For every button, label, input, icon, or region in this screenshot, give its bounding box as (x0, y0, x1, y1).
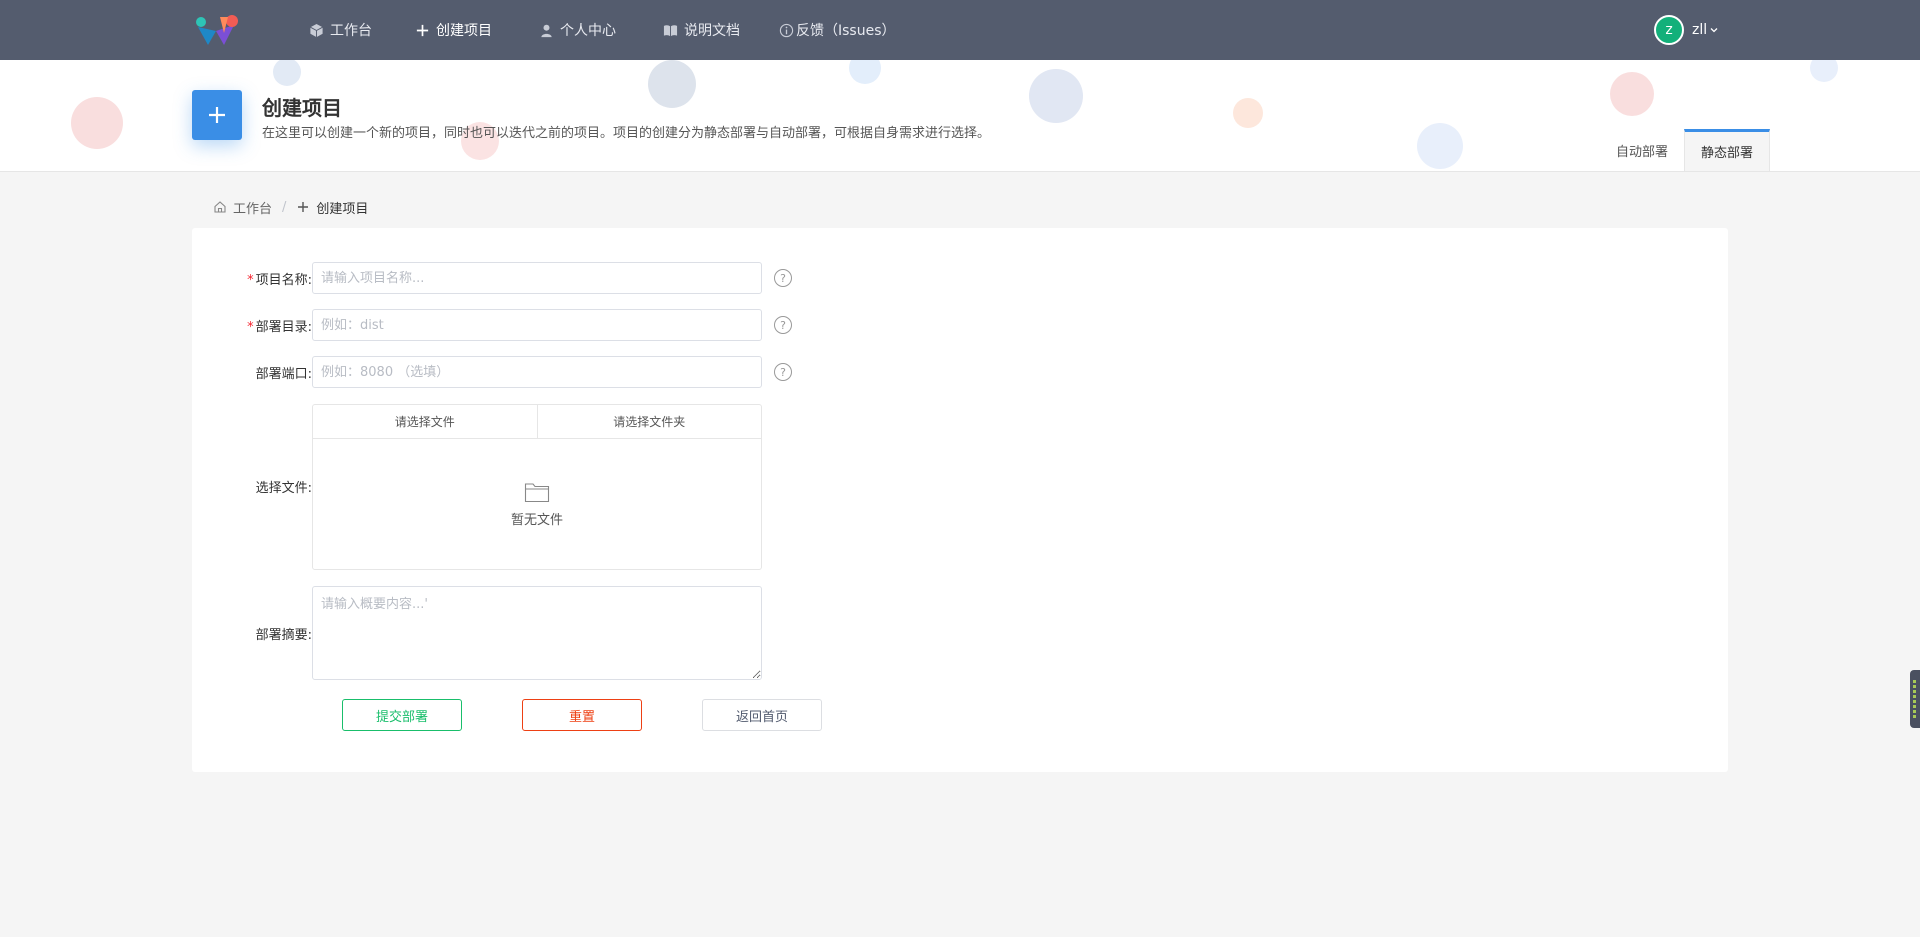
file-picker: 请选择文件 请选择文件夹 暂无文件 (312, 404, 762, 570)
plus-icon (296, 200, 310, 214)
nav-label: 个人中心 (560, 23, 616, 39)
deploy-port-input[interactable] (312, 356, 762, 388)
decor-bubble (1610, 72, 1654, 116)
required-mark: * (247, 273, 254, 288)
file-empty-text: 暂无文件 (510, 512, 563, 528)
file-picker-tabs: 请选择文件 请选择文件夹 (313, 405, 761, 439)
breadcrumb-current: 创建项目 (316, 201, 369, 217)
nav-item-docs[interactable]: 说明文档 (662, 0, 740, 60)
nav-item-profile[interactable]: 个人中心 (538, 0, 616, 60)
summary-label: 部署摘要: (255, 628, 312, 643)
reset-button[interactable]: 重置 (522, 699, 642, 731)
nav-label: 反馈（Issues） (796, 23, 896, 39)
decor-bubble (648, 60, 696, 108)
chevron-down-icon (1710, 28, 1718, 33)
tab-static-deploy[interactable]: 静态部署 (1683, 129, 1770, 171)
decor-bubble (71, 97, 123, 149)
nav-label: 工作台 (330, 23, 372, 39)
file-select-label: 选择文件: (255, 481, 312, 496)
side-widget-handle[interactable] (1910, 670, 1920, 728)
tab-auto-deploy[interactable]: 自动部署 (1600, 129, 1684, 171)
nav-item-workbench[interactable]: 工作台 (308, 0, 372, 60)
page-description: 在这里可以创建一个新的项目，同时也可以迭代之前的项目。项目的创建分为静态部署与自… (262, 126, 991, 141)
page-title: 创建项目 (262, 96, 342, 120)
create-project-form: *项目名称: ? *部署目录: ? 部署端口: ? 选择文件: 请选择文件 请选… (192, 228, 1728, 772)
book-icon (662, 22, 678, 38)
home-icon (213, 200, 227, 214)
avatar[interactable]: z (1654, 15, 1684, 45)
submit-deploy-button[interactable]: 提交部署 (342, 699, 462, 731)
decor-bubble (1417, 123, 1463, 169)
breadcrumb-separator: / (282, 199, 287, 215)
project-name-input[interactable] (312, 262, 762, 294)
decor-bubble (1233, 98, 1263, 128)
back-home-button[interactable]: 返回首页 (702, 699, 822, 731)
summary-textarea[interactable] (312, 586, 762, 680)
plus-icon (414, 22, 430, 38)
decor-bubble (273, 60, 301, 86)
user-icon (538, 22, 554, 38)
folder-icon (524, 482, 550, 502)
breadcrumb: 工作台 / 创建项目 (213, 197, 368, 217)
help-icon[interactable]: ? (774, 269, 792, 287)
page-header: 创建项目 在这里可以创建一个新的项目，同时也可以迭代之前的项目。项目的创建分为静… (0, 60, 1920, 172)
username: zll (1692, 22, 1708, 38)
decor-bubble (849, 60, 881, 84)
required-mark: * (247, 320, 254, 335)
project-name-label: * 项目名称: (247, 273, 312, 288)
nav-item-create-project[interactable]: 创建项目 (414, 0, 492, 60)
breadcrumb-home[interactable]: 工作台 (233, 198, 272, 217)
select-file-button[interactable]: 请选择文件 (313, 405, 537, 438)
nav-label: 创建项目 (436, 23, 492, 39)
decor-bubble (1029, 69, 1083, 123)
file-empty-state: 暂无文件 (313, 439, 761, 569)
cube-icon (308, 22, 324, 38)
deploy-dir-label: * 部署目录: (247, 320, 312, 335)
logo-icon[interactable] (194, 13, 240, 47)
deploy-mode-tabs: 自动部署 静态部署 (1600, 129, 1770, 171)
info-icon (778, 22, 794, 38)
deploy-dir-input[interactable] (312, 309, 762, 341)
user-menu[interactable]: z zll (1654, 15, 1719, 45)
select-folder-button[interactable]: 请选择文件夹 (536, 405, 762, 438)
help-icon[interactable]: ? (774, 316, 792, 334)
top-nav: 工作台 创建项目 个人中心 说明文档 反馈（Issues） z zll (0, 0, 1920, 60)
help-icon[interactable]: ? (774, 363, 792, 381)
create-project-icon (192, 90, 242, 140)
nav-item-feedback[interactable]: 反馈（Issues） (778, 0, 896, 60)
decor-bubble (1810, 60, 1838, 82)
nav-label: 说明文档 (684, 23, 740, 39)
deploy-port-label: 部署端口: (255, 367, 312, 382)
